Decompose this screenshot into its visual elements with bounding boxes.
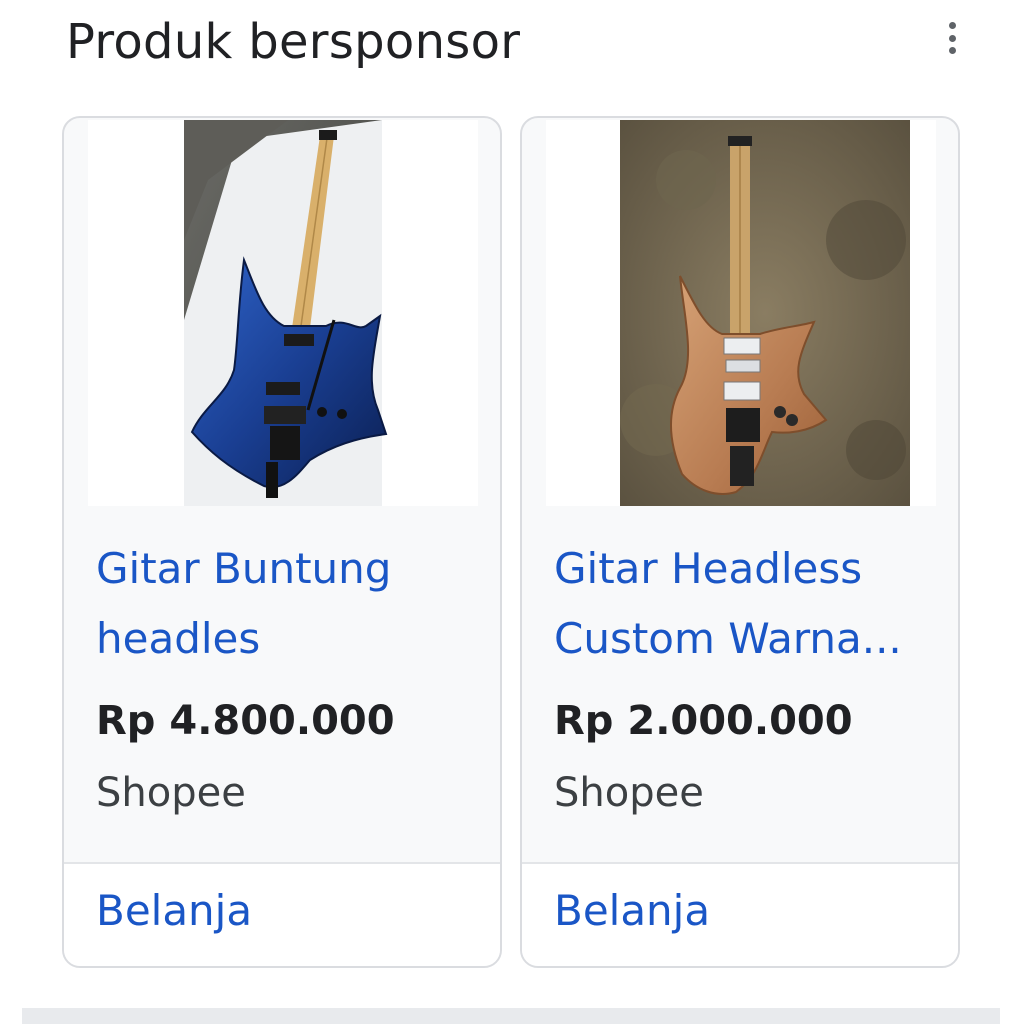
product-price: Rp 2.000.000 <box>554 698 853 744</box>
product-title-line[interactable]: Gitar Buntung <box>96 534 476 604</box>
merchant-name: Shopee <box>96 770 246 816</box>
card-footer: Belanja <box>522 862 958 966</box>
product-title[interactable]: Gitar Headless Custom Warna... <box>554 534 934 674</box>
product-price: Rp 4.800.000 <box>96 698 395 744</box>
product-title-line[interactable]: Custom Warna... <box>554 604 934 674</box>
section-title: Produk bersponsor <box>66 14 521 70</box>
product-image[interactable] <box>546 120 936 506</box>
sponsored-products-panel: Produk bersponsor Gitar Buntung headles … <box>0 0 1024 1024</box>
shop-button[interactable]: Belanja <box>554 886 710 935</box>
product-card[interactable]: Gitar Headless Custom Warna... Rp 2.000.… <box>520 116 960 968</box>
headless-guitar-blue-icon <box>184 120 388 506</box>
product-title-line[interactable]: headles <box>96 604 476 674</box>
next-section-divider <box>22 1008 1000 1024</box>
product-title-line[interactable]: Gitar Headless <box>554 534 934 604</box>
product-image[interactable] <box>88 120 478 506</box>
headless-guitar-wood-icon <box>620 120 910 506</box>
merchant-name: Shopee <box>554 770 704 816</box>
shop-button[interactable]: Belanja <box>96 886 252 935</box>
card-footer: Belanja <box>64 862 500 966</box>
product-title[interactable]: Gitar Buntung headles <box>96 534 476 674</box>
product-card[interactable]: Gitar Buntung headles Rp 4.800.000 Shope… <box>62 116 502 968</box>
more-options-icon[interactable] <box>935 20 969 56</box>
